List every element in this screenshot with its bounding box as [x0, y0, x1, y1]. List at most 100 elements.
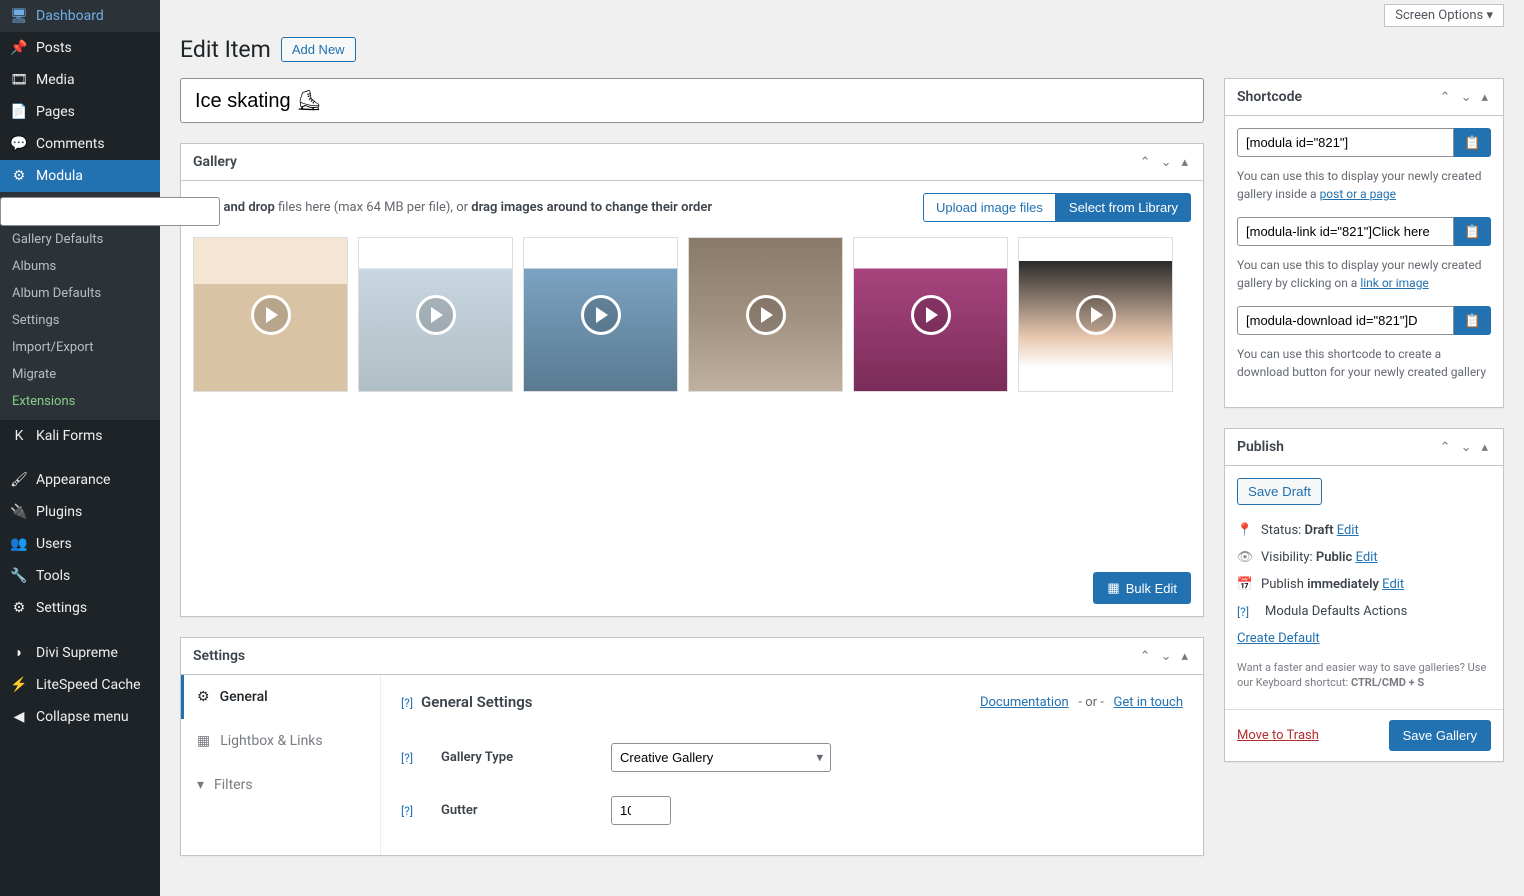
copy-shortcode-button[interactable]: 📋	[1454, 128, 1491, 157]
plug-icon: 🔌	[10, 504, 28, 520]
triangle-up-icon[interactable]: ▴	[1178, 649, 1191, 664]
gallery-title-input[interactable]	[180, 78, 1204, 123]
nav-collapse[interactable]: ◀Collapse menu	[0, 701, 160, 733]
clipboard-icon: 📋	[1464, 313, 1481, 329]
chevron-down-icon[interactable]: ⌄	[1158, 649, 1175, 664]
pin-icon: 📍	[1237, 523, 1253, 538]
shortcode-input-3[interactable]	[1237, 306, 1454, 335]
gallery-item[interactable]	[193, 237, 348, 392]
chevron-up-icon[interactable]: ⌃	[1137, 649, 1154, 664]
nav-kali[interactable]: KKali Forms	[0, 420, 160, 452]
collapse-icon: ◀	[10, 709, 28, 725]
sub-albums[interactable]: Albums	[0, 253, 160, 280]
gallery-item[interactable]	[688, 237, 843, 392]
gallery-item[interactable]	[358, 237, 513, 392]
save-draft-button[interactable]: Save Draft	[1237, 478, 1322, 505]
grid-icon: ▦	[197, 733, 210, 749]
sub-extensions[interactable]: Extensions	[0, 388, 160, 415]
help-icon[interactable]: [?]	[401, 751, 413, 765]
select-library-button[interactable]: Select from Library	[1056, 193, 1191, 222]
help-icon[interactable]: [?]	[401, 696, 413, 710]
settings-heading: Settings	[193, 648, 245, 664]
nav-plugins[interactable]: 🔌Plugins	[0, 496, 160, 528]
chevron-up-icon[interactable]: ⌃	[1137, 155, 1154, 170]
gallery-item[interactable]	[523, 237, 678, 392]
play-icon	[1076, 295, 1116, 335]
nav-appearance[interactable]: 🖌Appearance	[0, 464, 160, 496]
shortcode-input-2[interactable]	[1237, 217, 1454, 246]
save-gallery-button[interactable]: Save Gallery	[1389, 720, 1491, 751]
sub-migrate[interactable]: Migrate	[0, 361, 160, 388]
nav-settings[interactable]: ⚙Settings	[0, 592, 160, 624]
eye-icon: 👁	[1237, 550, 1253, 565]
create-default-link[interactable]: Create Default	[1237, 631, 1320, 646]
bulk-edit-button[interactable]: ▦Bulk Edit	[1093, 572, 1191, 604]
edit-status-link[interactable]: Edit	[1337, 523, 1359, 538]
shortcode-hint-1: You can use this to display your newly c…	[1237, 167, 1491, 203]
nav-pages[interactable]: 📄Pages	[0, 96, 160, 128]
sub-album-defaults[interactable]: Album Defaults	[0, 280, 160, 307]
edit-visibility-link[interactable]: Edit	[1356, 550, 1378, 565]
copy-shortcode-button[interactable]: 📋	[1454, 217, 1491, 246]
sub-import-export[interactable]: Import/Export	[0, 334, 160, 361]
filter-icon: ▾	[197, 777, 204, 793]
gallery-type-select[interactable]: Creative Gallery	[611, 743, 831, 772]
publish-heading: Publish	[1237, 439, 1284, 455]
gutter-label: Gutter	[441, 803, 591, 818]
settings-tab-lightbox[interactable]: ▦Lightbox & Links	[181, 719, 380, 763]
chevron-up-icon[interactable]: ⌃	[1437, 440, 1454, 455]
gear-icon: ⚙	[197, 689, 210, 705]
wrench-icon: 🔧	[10, 568, 28, 584]
pin-icon: 📌	[10, 40, 28, 56]
chevron-down-icon[interactable]: ⌄	[1158, 155, 1175, 170]
help-icon[interactable]: [?]	[401, 804, 413, 818]
sub-galleries[interactable]: Galleries	[0, 197, 220, 226]
settings-tab-general[interactable]: ⚙General	[181, 675, 380, 719]
page-title: Edit Item	[180, 36, 271, 63]
chevron-down-icon[interactable]: ⌄	[1458, 440, 1475, 455]
media-icon: 🎞	[10, 72, 28, 88]
gallery-heading: Gallery	[193, 154, 237, 170]
nav-comments[interactable]: 💬Comments	[0, 128, 160, 160]
grid-icon: ▦	[1107, 580, 1119, 596]
shortcode-input-1[interactable]	[1237, 128, 1454, 157]
add-new-button[interactable]: Add New	[281, 37, 356, 62]
edit-publish-link[interactable]: Edit	[1382, 577, 1404, 592]
nav-dashboard[interactable]: 🖥Dashboard	[0, 0, 160, 32]
divi-icon: ◗	[10, 644, 28, 661]
sub-settings[interactable]: Settings	[0, 307, 160, 334]
post-page-link[interactable]: post or a page	[1320, 187, 1396, 201]
copy-shortcode-button[interactable]: 📋	[1454, 306, 1491, 335]
nav-tools[interactable]: 🔧Tools	[0, 560, 160, 592]
chevron-down-icon[interactable]: ⌄	[1458, 90, 1475, 105]
upload-files-button[interactable]: Upload image files	[923, 193, 1056, 222]
brush-icon: 🖌	[10, 472, 28, 488]
sub-gallery-defaults[interactable]: Gallery Defaults	[0, 226, 160, 253]
nav-litespeed[interactable]: ⚡LiteSpeed Cache	[0, 669, 160, 701]
nav-media[interactable]: 🎞Media	[0, 64, 160, 96]
triangle-up-icon[interactable]: ▴	[1178, 155, 1191, 170]
gallery-thumbnails[interactable]	[193, 237, 1191, 557]
nav-modula[interactable]: ⚙Modula	[0, 160, 160, 192]
nav-posts[interactable]: 📌Posts	[0, 32, 160, 64]
screen-options-toggle[interactable]: Screen Options ▾	[1384, 4, 1504, 27]
get-in-touch-link[interactable]: Get in touch	[1114, 695, 1183, 710]
play-icon	[251, 295, 291, 335]
settings-tab-filters[interactable]: ▾Filters	[181, 763, 380, 807]
bolt-icon: ⚡	[10, 677, 28, 693]
gallery-item[interactable]	[853, 237, 1008, 392]
nav-users[interactable]: 👥Users	[0, 528, 160, 560]
gallery-item[interactable]	[1018, 237, 1173, 392]
help-icon[interactable]: [?]	[1237, 605, 1249, 619]
link-image-link[interactable]: link or image	[1360, 276, 1428, 290]
drop-instructions: Drag and drop files here (max 64 MB per …	[193, 200, 712, 215]
k-icon: K	[10, 428, 28, 444]
chevron-up-icon[interactable]: ⌃	[1437, 90, 1454, 105]
triangle-up-icon[interactable]: ▴	[1478, 90, 1491, 105]
move-to-trash-link[interactable]: Move to Trash	[1237, 728, 1319, 743]
nav-divi[interactable]: ◗Divi Supreme	[0, 636, 160, 669]
documentation-link[interactable]: Documentation	[980, 695, 1069, 710]
gutter-input[interactable]	[611, 796, 671, 825]
triangle-up-icon[interactable]: ▴	[1478, 440, 1491, 455]
comment-icon: 💬	[10, 136, 28, 152]
